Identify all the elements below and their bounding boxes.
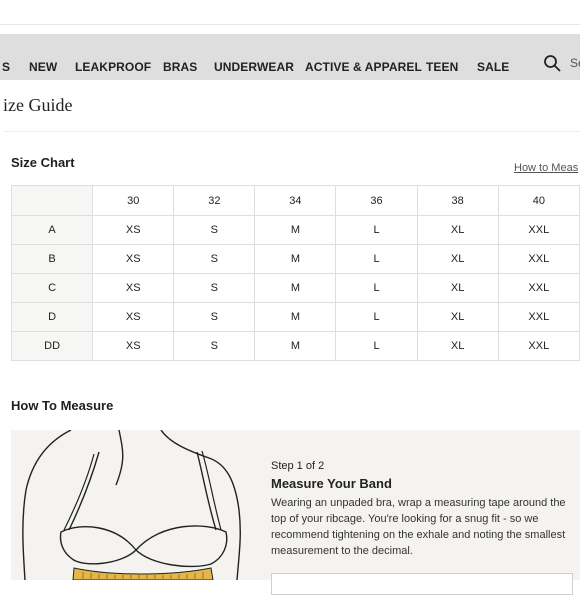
nav-item-leakproof[interactable]: LEAKPROOF xyxy=(75,60,151,74)
main-nav: S NEW LEAKPROOF BRAS UNDERWEAR ACTIVE & … xyxy=(0,34,580,80)
size-cell: M xyxy=(254,215,337,245)
cup-size-cell: C xyxy=(10,273,94,303)
title-divider xyxy=(4,131,580,132)
nav-item-bras[interactable]: BRAS xyxy=(163,60,197,74)
table-row: C XS S M L XL XXL xyxy=(10,273,580,303)
size-cell: L xyxy=(335,302,418,332)
size-cell: XS xyxy=(92,215,175,245)
size-cell: S xyxy=(173,244,256,274)
size-cell: S xyxy=(173,273,256,303)
size-chart-heading: Size Chart xyxy=(11,155,75,170)
nav-item-underwear[interactable]: UNDERWEAR xyxy=(214,60,294,74)
how-to-measure-heading: How To Measure xyxy=(11,398,114,413)
page-title: ize Guide xyxy=(3,95,73,115)
size-cell: XL xyxy=(416,302,499,332)
size-cell: XL xyxy=(416,273,499,303)
cup-size-cell: DD xyxy=(10,331,94,361)
table-corner-cell xyxy=(10,185,94,216)
size-cell: XXL xyxy=(497,273,580,303)
cup-size-cell: D xyxy=(10,302,94,332)
size-cell: XS xyxy=(92,273,175,303)
size-cell: XL xyxy=(416,215,499,245)
band-size-header: 30 xyxy=(92,185,175,216)
table-row: B XS S M L XL XXL xyxy=(10,244,580,274)
size-cell: XXL xyxy=(497,244,580,274)
size-cell: M xyxy=(254,273,337,303)
cup-size-cell: A xyxy=(10,215,94,245)
step-title: Measure Your Band xyxy=(271,476,392,491)
size-cell: L xyxy=(335,273,418,303)
size-cell: M xyxy=(254,302,337,332)
size-cell: XS xyxy=(92,302,175,332)
band-size-header: 36 xyxy=(335,185,418,216)
size-cell: XL xyxy=(416,244,499,274)
size-cell: L xyxy=(335,244,418,274)
size-cell: XL xyxy=(416,331,499,361)
table-row: A XS S M L XL XXL xyxy=(10,215,580,245)
band-size-header: 34 xyxy=(254,185,337,216)
top-divider xyxy=(0,24,580,25)
size-cell: XS xyxy=(92,331,175,361)
nav-item-new[interactable]: NEW xyxy=(29,60,57,74)
measurement-input[interactable] xyxy=(271,573,573,595)
step-description: Wearing an unpaded bra, wrap a measuring… xyxy=(271,497,566,557)
cup-size-cell: B xyxy=(10,244,94,274)
table-header-row: 30 32 34 36 38 40 xyxy=(10,185,580,216)
band-size-header: 32 xyxy=(173,185,256,216)
measure-panel: Step 1 of 2 Measure Your Band Wearing an… xyxy=(11,430,580,595)
nav-item-partial[interactable]: S xyxy=(2,60,10,74)
search-input[interactable]: Se xyxy=(570,56,580,70)
nav-item-active-apparel[interactable]: ACTIVE & APPAREL xyxy=(305,60,422,74)
size-cell: XS xyxy=(92,244,175,274)
band-size-header: 38 xyxy=(416,185,499,216)
size-cell: M xyxy=(254,331,337,361)
size-cell: S xyxy=(173,331,256,361)
step-indicator: Step 1 of 2 xyxy=(271,460,325,472)
bra-illustration xyxy=(22,430,241,580)
size-cell: S xyxy=(173,302,256,332)
nav-item-teen[interactable]: TEEN xyxy=(426,60,458,74)
search-icon[interactable] xyxy=(543,54,561,72)
size-cell: L xyxy=(335,215,418,245)
band-size-header: 40 xyxy=(497,185,580,216)
size-cell: XXL xyxy=(497,215,580,245)
size-cell: S xyxy=(173,215,256,245)
table-row: DD XS S M L XL XXL xyxy=(10,331,580,361)
nav-item-sale[interactable]: SALE xyxy=(477,60,509,74)
size-cell: L xyxy=(335,331,418,361)
size-cell: M xyxy=(254,244,337,274)
how-to-measure-link[interactable]: How to Meas xyxy=(514,162,578,174)
size-chart-table: 30 32 34 36 38 40 A XS S M L XL XXL B XS… xyxy=(10,185,580,361)
size-cell: XXL xyxy=(497,331,580,361)
table-row: D XS S M L XL XXL xyxy=(10,302,580,332)
size-cell: XXL xyxy=(497,302,580,332)
